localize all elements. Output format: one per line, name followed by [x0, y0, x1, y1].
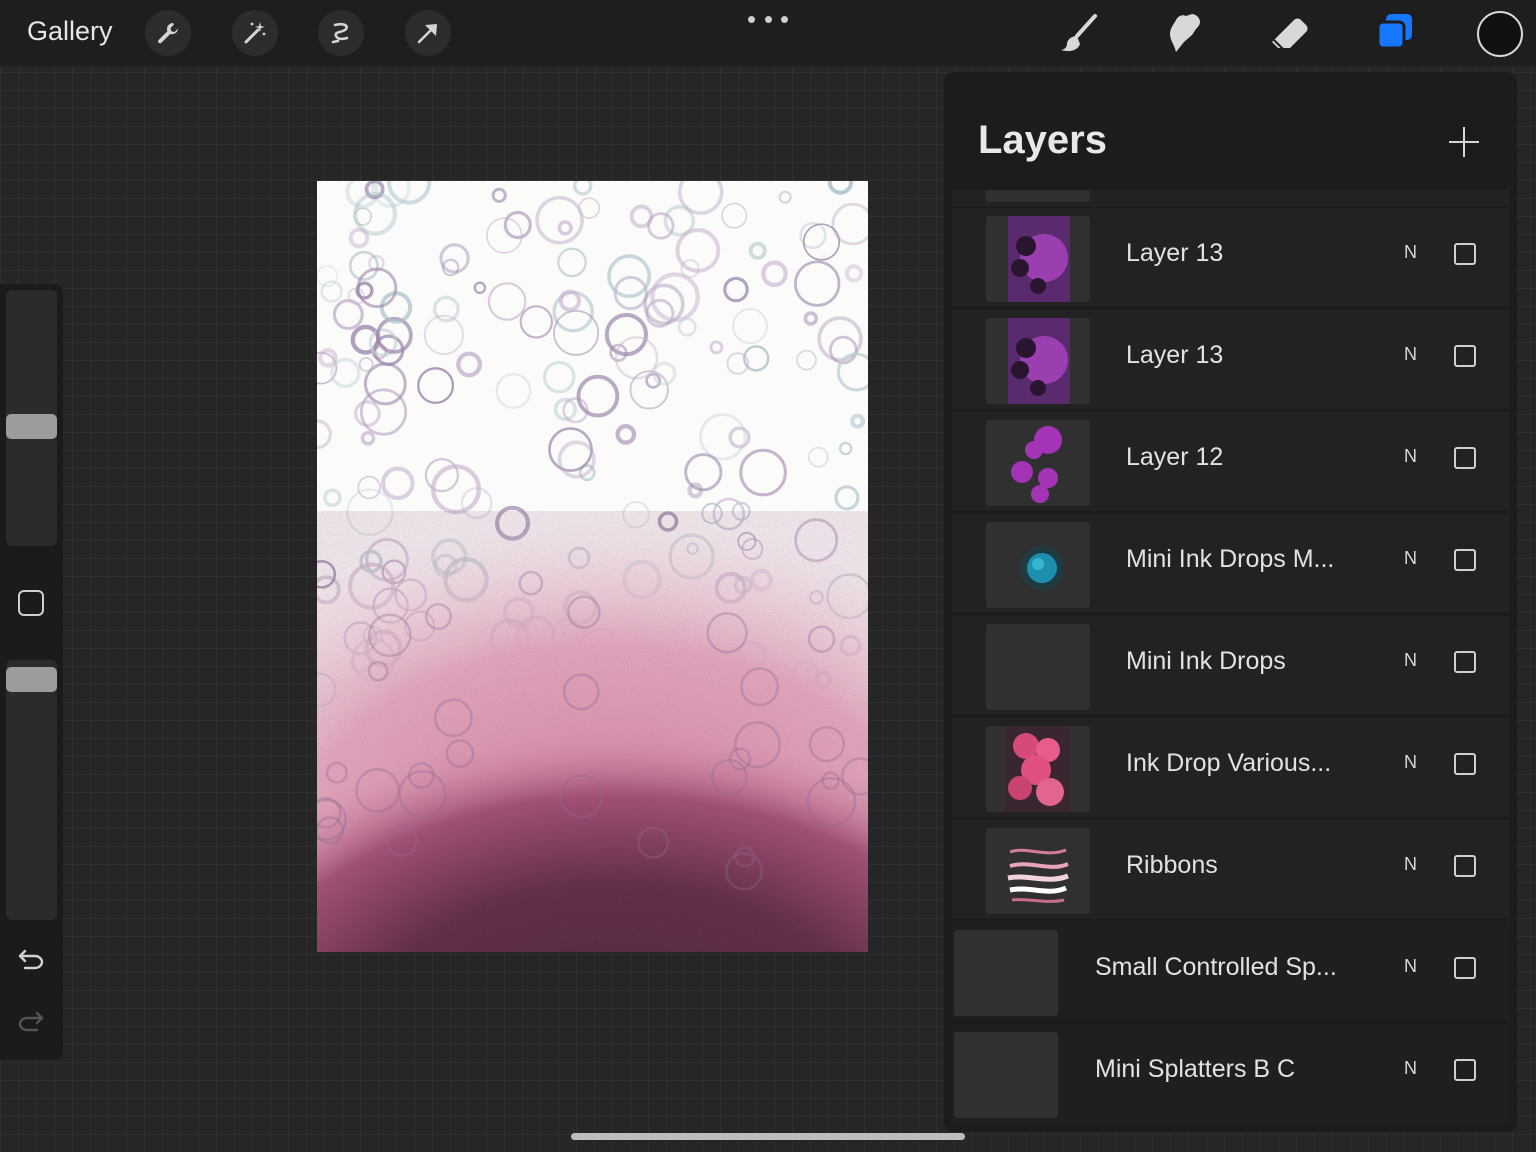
layer-name: Mini Ink Drops [1126, 647, 1286, 675]
layer-name: Layer 13 [1126, 239, 1224, 267]
layer-thumbnail [986, 828, 1090, 914]
layer-thumbnail [986, 190, 1090, 202]
layer-name: Mini Ink Drops M... [1126, 545, 1335, 573]
layers-panel: Layers Layer 13 N Layer 13 N Layer 12 N Mini I… [944, 72, 1517, 1132]
layer-row[interactable]: Layer 13 N [952, 208, 1510, 308]
opacity-slider[interactable] [6, 660, 57, 920]
layer-row[interactable]: Ink Drop Various... N [952, 718, 1510, 818]
smudge-icon[interactable] [1160, 10, 1210, 56]
eraser-icon[interactable] [1264, 10, 1314, 56]
visibility-checkbox[interactable] [1454, 447, 1476, 469]
layer-name: Mini Splatters B C [1095, 1055, 1296, 1083]
left-sidebar [0, 284, 63, 1060]
layer-thumbnail [986, 726, 1090, 812]
visibility-checkbox[interactable] [1454, 855, 1476, 877]
layer-thumbnail [986, 318, 1090, 404]
layer-name: Layer 12 [1126, 443, 1224, 471]
transform-arrow-icon[interactable] [405, 10, 451, 56]
layer-row-partial[interactable] [952, 190, 1510, 208]
home-indicator [571, 1133, 965, 1140]
layer-row[interactable]: Mini Ink Drops N [952, 616, 1510, 716]
blend-mode-button[interactable]: N [1404, 242, 1417, 263]
layer-row[interactable]: Small Controlled Sp... N [952, 922, 1510, 1022]
layer-thumbnail [986, 624, 1090, 710]
more-options-icon[interactable] [748, 6, 788, 32]
brush-size-thumb[interactable] [6, 414, 57, 439]
color-picker-button[interactable] [1477, 11, 1523, 57]
wrench-icon[interactable] [145, 10, 191, 56]
layer-row[interactable]: Ribbons N [952, 820, 1510, 920]
layers-list[interactable]: Layer 13 N Layer 13 N Layer 12 N Mini Ink Drop… [944, 190, 1517, 1132]
blend-mode-button[interactable]: N [1404, 752, 1417, 773]
visibility-checkbox[interactable] [1454, 345, 1476, 367]
gallery-button[interactable]: Gallery [27, 16, 113, 47]
plus-icon[interactable] [1446, 124, 1482, 160]
visibility-checkbox[interactable] [1454, 549, 1476, 571]
layer-thumbnail [954, 930, 1058, 1016]
layer-row[interactable]: Mini Splatters B C N [952, 1024, 1510, 1124]
layer-name: Layer 13 [1126, 341, 1224, 369]
blend-mode-button[interactable]: N [1404, 446, 1417, 467]
layer-thumbnail [986, 216, 1090, 302]
layer-row[interactable]: Layer 12 N [952, 412, 1510, 512]
layer-name: Ink Drop Various... [1126, 749, 1332, 777]
blend-mode-button[interactable]: N [1404, 854, 1417, 875]
blend-mode-button[interactable]: N [1404, 956, 1417, 977]
layers-title: Layers [978, 118, 1107, 162]
top-toolbar: Gallery [0, 0, 1536, 66]
undo-icon[interactable] [15, 944, 47, 974]
layers-icon[interactable] [1370, 10, 1420, 56]
square-icon[interactable] [18, 590, 44, 616]
blend-mode-button[interactable]: N [1404, 650, 1417, 671]
visibility-checkbox[interactable] [1454, 957, 1476, 979]
redo-icon[interactable] [15, 1006, 47, 1036]
blend-mode-button[interactable]: N [1404, 548, 1417, 569]
brush-icon[interactable] [1055, 10, 1105, 56]
layer-thumbnail [954, 1032, 1058, 1118]
visibility-checkbox[interactable] [1454, 243, 1476, 265]
visibility-checkbox[interactable] [1454, 1059, 1476, 1081]
layer-row[interactable]: Layer 13 N [952, 310, 1510, 410]
visibility-checkbox[interactable] [1454, 753, 1476, 775]
blend-mode-button[interactable]: N [1404, 344, 1417, 365]
layer-thumbnail [986, 420, 1090, 506]
layer-thumbnail [986, 522, 1090, 608]
selection-icon[interactable] [318, 10, 364, 56]
opacity-thumb[interactable] [6, 667, 57, 692]
canvas-artwork[interactable] [317, 181, 868, 952]
magic-wand-icon[interactable] [232, 10, 278, 56]
layer-row[interactable]: Mini Ink Drops M... N [952, 514, 1510, 614]
visibility-checkbox[interactable] [1454, 651, 1476, 673]
blend-mode-button[interactable]: N [1404, 1058, 1417, 1079]
layer-name: Small Controlled Sp... [1095, 953, 1337, 981]
layer-name: Ribbons [1126, 851, 1218, 879]
